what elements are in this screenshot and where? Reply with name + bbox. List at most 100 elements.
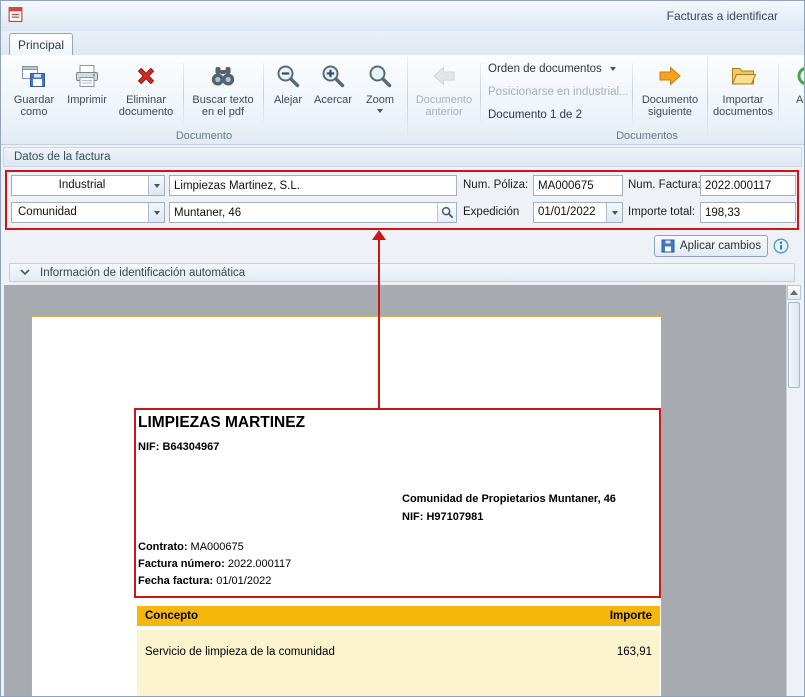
document-order-caret-icon [610, 67, 616, 71]
invoice-client-name: Comunidad de Propietarios Muntaner, 46 [402, 493, 616, 505]
invoice-header-importe: Importe [610, 610, 652, 622]
direccion-field[interactable] [169, 202, 457, 223]
save-small-icon [661, 239, 675, 253]
annotation-arrow-head [372, 230, 386, 240]
expedicion-date-picker[interactable]: 01/01/2022 [533, 202, 623, 223]
auto-identification-panel-label: Información de identificación automática [40, 267, 245, 279]
search-icon [441, 206, 454, 219]
info-icon [773, 238, 789, 254]
apply-changes-button[interactable]: Aplicar cambios [654, 235, 768, 257]
importe-total-field[interactable] [700, 202, 796, 223]
zoom-dropdown-caret-icon [377, 109, 383, 113]
num-factura-field[interactable] [700, 175, 796, 196]
ribbon-separator [480, 63, 481, 125]
scrollbar-up-button[interactable] [787, 285, 801, 300]
position-on-industrial-item[interactable]: Posicionarse en industrial... [488, 86, 629, 98]
zoom-out-button[interactable]: Alejar [267, 58, 309, 138]
arrow-right-icon [657, 60, 683, 92]
expedicion-label: Expedición [463, 202, 519, 223]
document-position-status: Documento 1 de 2 [488, 109, 582, 121]
arrow-left-icon [431, 60, 457, 92]
delete-document-label: Eliminar documento [113, 94, 179, 118]
expedicion-date-dropdown[interactable] [606, 203, 622, 222]
group-caption-documentos: Documentos [407, 130, 805, 142]
info-button[interactable] [773, 238, 789, 259]
invoice-number-value: 2022.000117 [225, 558, 291, 570]
zoom-in-icon [320, 60, 346, 92]
direccion-search-button[interactable] [437, 203, 456, 222]
document-order-menu[interactable]: Orden de documentos [488, 63, 616, 75]
refresh-icon [794, 60, 805, 92]
zoom-in-label: Acercar [314, 94, 352, 106]
invoice-date-value: 01/01/2022 [213, 575, 271, 587]
invoice-table-body: Servicio de limpieza de la comunidad 163… [137, 630, 660, 697]
zoom-in-button[interactable]: Acercar [310, 58, 356, 138]
industrial-combo[interactable]: Industrial [11, 175, 165, 196]
refresh-button[interactable]: Actu [781, 58, 805, 138]
chevron-down-icon [612, 211, 618, 215]
invoice-company-name: LIMPIEZAS MARTINEZ [138, 414, 305, 432]
invoice-table-header: Concepto Importe [137, 606, 660, 626]
industrial-combo-dropdown[interactable] [148, 176, 164, 195]
app-window: Facturas a identificar Principal Guardar… [0, 0, 805, 697]
invoice-contract-value: MA000675 [188, 541, 244, 553]
industrial-name-field[interactable] [169, 175, 457, 196]
document-order-label: Orden de documentos [488, 63, 602, 75]
tab-principal[interactable]: Principal [9, 33, 73, 56]
chevron-down-icon [20, 269, 30, 276]
import-documents-label: Importar documentos [710, 94, 776, 118]
search-text-label: Buscar texto en el pdf [187, 94, 259, 118]
auto-identification-panel-header[interactable]: Información de identificación automática [9, 263, 795, 282]
zoom-icon [367, 60, 393, 92]
chevron-down-icon [154, 211, 160, 215]
industrial-combo-value: Industrial [12, 176, 164, 195]
binoculars-icon [210, 60, 236, 92]
comunidad-combo-dropdown[interactable] [148, 203, 164, 222]
invoice-contract-line: Contrato: MA000675 [138, 541, 244, 553]
print-button[interactable]: Imprimir [63, 58, 111, 138]
comunidad-combo[interactable]: Comunidad [11, 202, 165, 223]
zoom-out-label: Alejar [274, 94, 302, 106]
direccion-field-wrap [169, 202, 457, 223]
previous-document-label: Documento anterior [411, 94, 477, 118]
ribbon-separator [778, 63, 779, 125]
invoice-date-line: Fecha factura: 01/01/2022 [138, 575, 271, 587]
vertical-scrollbar[interactable] [786, 285, 801, 696]
window-title: Facturas a identificar [667, 9, 778, 23]
invoice-page: LIMPIEZAS MARTINEZ NIF: B64304967 Comuni… [31, 316, 662, 697]
chevron-down-icon [154, 184, 160, 188]
invoice-company-nif: NIF: B64304967 [138, 441, 219, 453]
save-as-button[interactable]: Guardar como [7, 58, 61, 138]
importe-total-label: Importe total: [628, 202, 695, 223]
zoom-button[interactable]: Zoom [357, 58, 403, 138]
invoice-number-label: Factura número: [138, 558, 225, 570]
search-text-button[interactable]: Buscar texto en el pdf [187, 58, 259, 138]
apply-changes-label: Aplicar cambios [680, 240, 761, 252]
delete-document-button[interactable]: Eliminar documento [113, 58, 179, 138]
ribbon-separator [263, 63, 264, 125]
invoice-row-importe: 163,91 [617, 646, 652, 658]
zoom-out-icon [275, 60, 301, 92]
save-as-icon [21, 60, 47, 92]
next-document-label: Documento siguiente [637, 94, 703, 118]
ribbon: Guardar como Imprimir Eliminar docum [1, 55, 804, 145]
print-label: Imprimir [67, 94, 107, 106]
next-document-button[interactable]: Documento siguiente [637, 58, 703, 138]
zoom-label: Zoom [366, 94, 394, 106]
num-poliza-field[interactable] [533, 175, 623, 196]
invoice-table-row: Servicio de limpieza de la comunidad 163… [137, 646, 660, 658]
invoice-contract-label: Contrato: [138, 541, 188, 553]
arrow-up-icon [790, 290, 798, 295]
num-factura-label: Num. Factura: [628, 175, 701, 196]
printer-icon [74, 60, 100, 92]
group-caption-documento: Documento [1, 130, 407, 142]
title-bar: Facturas a identificar [1, 1, 804, 32]
scrollbar-thumb[interactable] [788, 302, 800, 388]
invoice-date-label: Fecha factura: [138, 575, 213, 587]
invoice-number-line: Factura número: 2022.000117 [138, 558, 291, 570]
ribbon-tab-row: Principal [1, 31, 804, 55]
import-documents-button[interactable]: Importar documentos [710, 58, 776, 138]
section-datos-factura: Datos de la factura [3, 147, 802, 167]
previous-document-button[interactable]: Documento anterior [411, 58, 477, 138]
invoice-client-nif: NIF: H97107981 [402, 511, 483, 523]
